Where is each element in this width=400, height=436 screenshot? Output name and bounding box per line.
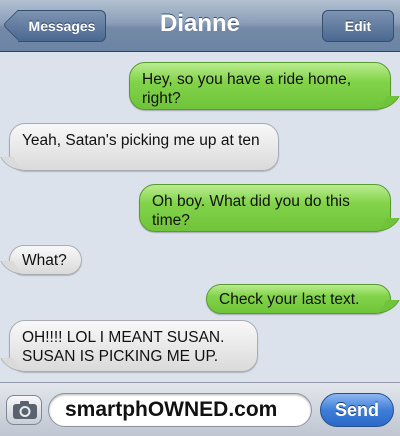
messages-screen: Messages Dianne Edit Hey, so you have a …	[0, 0, 400, 436]
camera-button[interactable]	[6, 395, 42, 425]
incoming-message: OH!!!! LOL I MEANT SUSAN. SUSAN IS PICKI…	[9, 320, 258, 372]
compose-bar: smartphOWNED.com Send	[0, 382, 400, 436]
edit-button[interactable]: Edit	[322, 10, 394, 42]
incoming-message: Yeah, Satan's picking me up at ten	[9, 123, 279, 171]
navigation-bar: Messages Dianne Edit	[0, 0, 400, 52]
message-input[interactable]: smartphOWNED.com	[48, 393, 312, 427]
outgoing-message: Oh boy. What did you do this time?	[139, 184, 391, 232]
camera-icon	[13, 401, 37, 419]
outgoing-message: Check your last text.	[206, 284, 391, 314]
outgoing-message: Hey, so you have a ride home, right?	[129, 62, 391, 110]
send-button[interactable]: Send	[320, 393, 394, 427]
message-thread[interactable]: Hey, so you have a ride home, right? Yea…	[0, 52, 400, 382]
incoming-message: What?	[9, 245, 82, 275]
